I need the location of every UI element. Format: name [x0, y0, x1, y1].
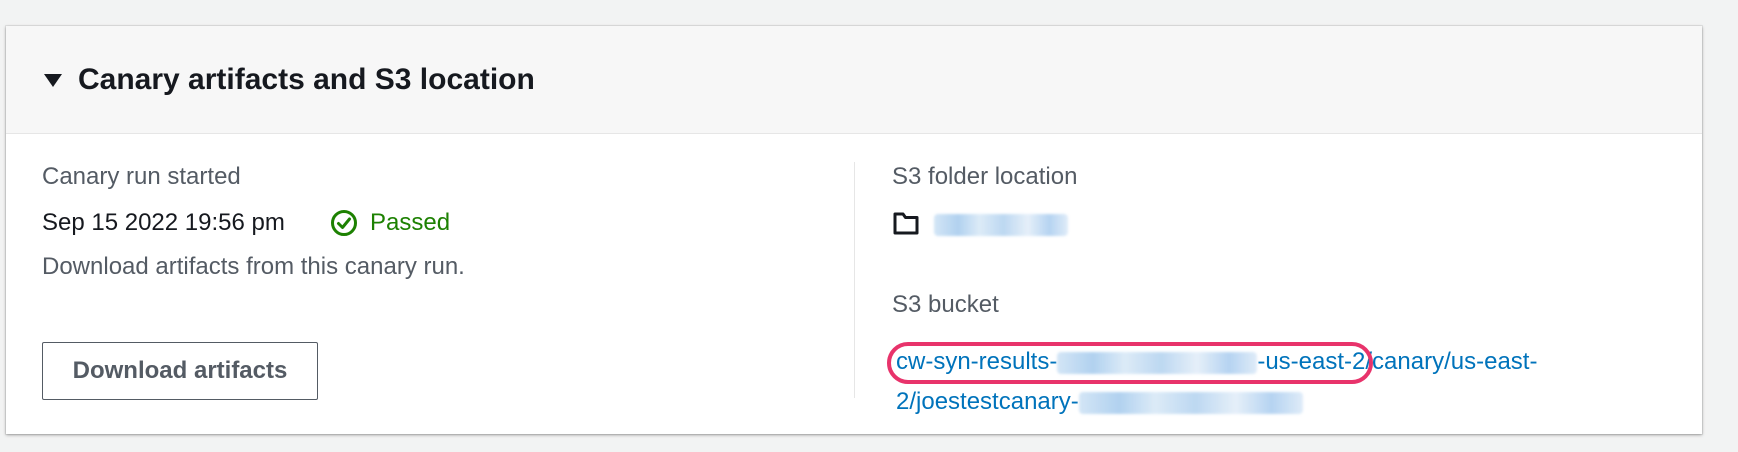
s3-bucket-link[interactable]: cw-syn-results- -us-east-2/canary/us-east… — [896, 342, 1656, 422]
redacted-canary-suffix — [1078, 391, 1303, 414]
s3-folder-label: S3 folder location — [892, 163, 1078, 190]
s3-link-suffix: -us-east-2 — [1257, 348, 1366, 375]
s3-link-line-2[interactable]: 2/joestestcanary- — [896, 382, 1656, 422]
run-started-label: Canary run started — [42, 163, 241, 190]
panel-header[interactable]: Canary artifacts and S3 location — [6, 26, 1702, 134]
status-text: Passed — [370, 209, 451, 236]
caret-down-icon[interactable] — [44, 74, 62, 87]
s3-link-prefix: cw-syn-results- — [896, 348, 1058, 375]
download-description: Download artifacts from this canary run. — [42, 253, 465, 280]
s3-bucket-label: S3 bucket — [892, 291, 999, 318]
s3-link-line-1[interactable]: cw-syn-results- -us-east-2/canary/us-east… — [896, 342, 1656, 382]
column-divider — [854, 162, 855, 398]
s3-link-canary: 2/joestestcanary- — [896, 388, 1079, 415]
panel-title[interactable]: Canary artifacts and S3 location — [78, 62, 535, 98]
check-circle-icon — [330, 209, 358, 237]
redacted-account-id — [1057, 351, 1258, 374]
folder-icon — [892, 209, 920, 242]
status-badge: Passed — [330, 208, 450, 238]
download-artifacts-button[interactable]: Download artifacts — [42, 342, 318, 400]
s3-folder-row[interactable] — [892, 210, 1068, 240]
s3-link-path: /canary/us-east- — [1365, 348, 1538, 375]
canary-artifacts-panel: Canary artifacts and S3 location Canary … — [6, 26, 1702, 434]
redacted-folder-name[interactable] — [934, 214, 1068, 236]
run-started-value: Sep 15 2022 19:56 pm — [42, 209, 285, 236]
